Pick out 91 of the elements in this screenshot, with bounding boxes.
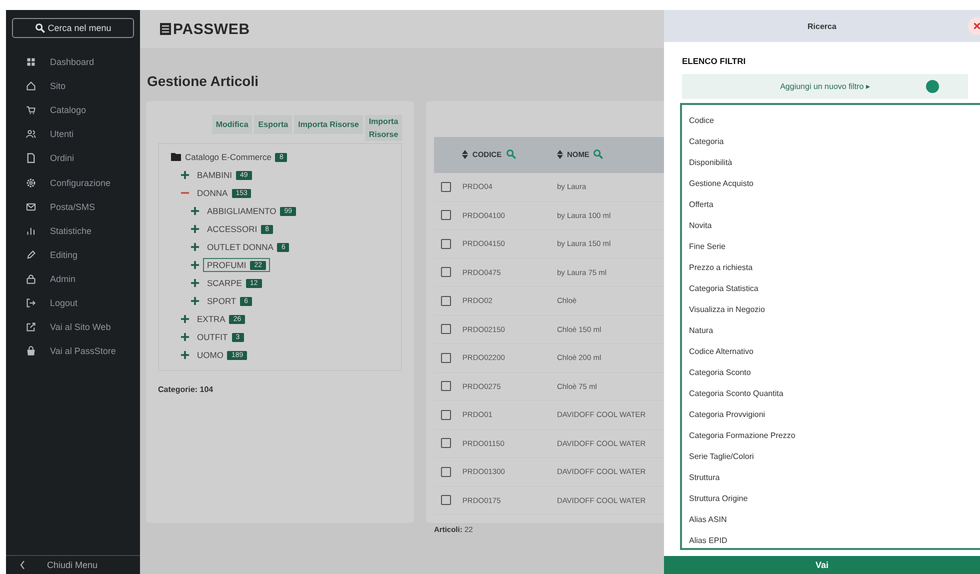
filter-option[interactable]: Codice Alternativo [682,341,980,362]
row-checkbox[interactable] [441,182,451,192]
search-icon [593,149,604,160]
cart-icon [26,105,36,116]
home-icon [26,81,36,92]
row-checkbox[interactable] [441,466,451,477]
menu-item[interactable]: Configurazione [6,170,140,195]
filter-option[interactable]: Alias EPID [682,530,980,548]
filter-option[interactable]: Fine Serie [682,236,980,257]
menu-item[interactable]: Vai al Sito Web [6,315,140,340]
toolbar-button[interactable]: Modifica [212,115,252,134]
add-filter-button[interactable]: Aggiungi un nuovo filtro ▸ [682,74,968,99]
grid-icon [26,57,36,68]
search-icon [506,149,516,160]
row-checkbox[interactable] [441,267,451,278]
row-checkbox[interactable] [441,352,451,363]
menu-item[interactable]: Utenti [6,122,140,146]
filter-option[interactable]: Novita [682,215,980,236]
menu-item[interactable]: Logout [6,290,140,316]
page-title: Gestione Articoli [147,73,260,89]
plus-icon[interactable] [181,351,189,359]
pencil-icon [26,250,36,260]
users-icon [26,129,36,140]
menu-item[interactable]: Editing [6,242,140,267]
filter-option[interactable]: Disponibilità [682,152,980,173]
envelope-icon [26,202,36,212]
filter-option[interactable]: Codice [682,110,980,131]
plus-icon[interactable] [191,207,199,215]
menu-item[interactable]: Admin [6,266,140,291]
filter-option[interactable]: Struttura [682,467,980,488]
panel-title: Ricerca [808,22,836,30]
filter-option[interactable]: Categoria Sconto [682,362,980,383]
settings-icon [26,178,36,188]
cursor-dot-icon [926,80,939,93]
row-checkbox[interactable] [441,238,451,249]
toolbar-button[interactable]: Esporta [254,115,292,134]
plus-icon[interactable] [191,261,199,269]
plus-icon[interactable] [191,297,199,305]
submit-button[interactable]: Vai [664,556,980,574]
chevron-left-icon [20,561,25,569]
plus-icon[interactable] [191,243,199,251]
filter-option[interactable]: Visualizza in Negozio [682,299,980,320]
menu-item[interactable]: Posta/SMS [6,194,140,219]
filter-option[interactable]: Categoria Statistica [682,278,980,299]
categories-count: Categorie: 104 [158,385,214,394]
filter-option[interactable]: Offerta [682,194,980,215]
filter-option[interactable]: Categoria Provvigioni [682,404,980,425]
minus-icon[interactable] [181,189,189,197]
logo-text: PASSWEB [173,20,250,38]
filter-option[interactable]: Prezzo a richiesta [682,257,980,278]
filter-option[interactable]: Gestione Acquisto [682,173,980,194]
plus-icon[interactable] [191,225,199,233]
tree-root[interactable]: Catalogo E-Commerce [185,152,272,162]
filter-option[interactable]: Alias ASIN [682,509,980,530]
menu-item[interactable]: Sito [6,74,140,98]
shopping-bag-icon [26,346,36,356]
menu-item[interactable]: Vai al PassStore [6,339,140,364]
filter-option[interactable]: Struttura Origine [682,488,980,509]
bar-chart-icon [26,226,36,236]
row-checkbox[interactable] [441,296,451,306]
toolbar-button[interactable]: Importa Risorse [294,115,363,134]
lock-icon [26,274,36,284]
plus-icon[interactable] [191,279,199,287]
row-checkbox[interactable] [441,381,451,392]
plus-icon[interactable] [181,171,189,179]
section-title: ELENCO FILTRI [682,56,747,66]
logo-icon [160,23,171,35]
menu-item[interactable]: Catalogo [6,98,140,122]
row-checkbox[interactable] [441,324,451,334]
logout-icon [26,298,36,308]
menu-item[interactable]: Statistiche [6,218,140,243]
filter-option[interactable]: Categoria Formazione Prezzo [682,425,980,446]
folder-icon [171,153,181,161]
plus-icon[interactable] [181,333,189,341]
close-icon [974,22,980,28]
search-icon [34,23,45,33]
filter-option[interactable]: Categoria [682,131,980,152]
filter-option[interactable]: Natura [682,320,980,341]
external-link-icon [26,322,36,332]
row-checkbox[interactable] [441,438,451,448]
menu-item[interactable]: Ordini [6,146,140,170]
row-checkbox[interactable] [441,410,451,420]
toolbar-button[interactable]: Importa Risorse [365,115,402,141]
document-icon [26,153,36,164]
filter-option[interactable]: Serie Taglie/Colori [682,446,980,467]
menu-search-button[interactable]: Cerca nel menu [12,18,134,38]
plus-icon[interactable] [181,315,189,323]
menu-item[interactable]: Dashboard [6,50,140,74]
row-checkbox[interactable] [441,495,451,506]
row-checkbox[interactable] [441,210,451,220]
filter-option[interactable]: Categoria Sconto Quantita [682,383,980,404]
